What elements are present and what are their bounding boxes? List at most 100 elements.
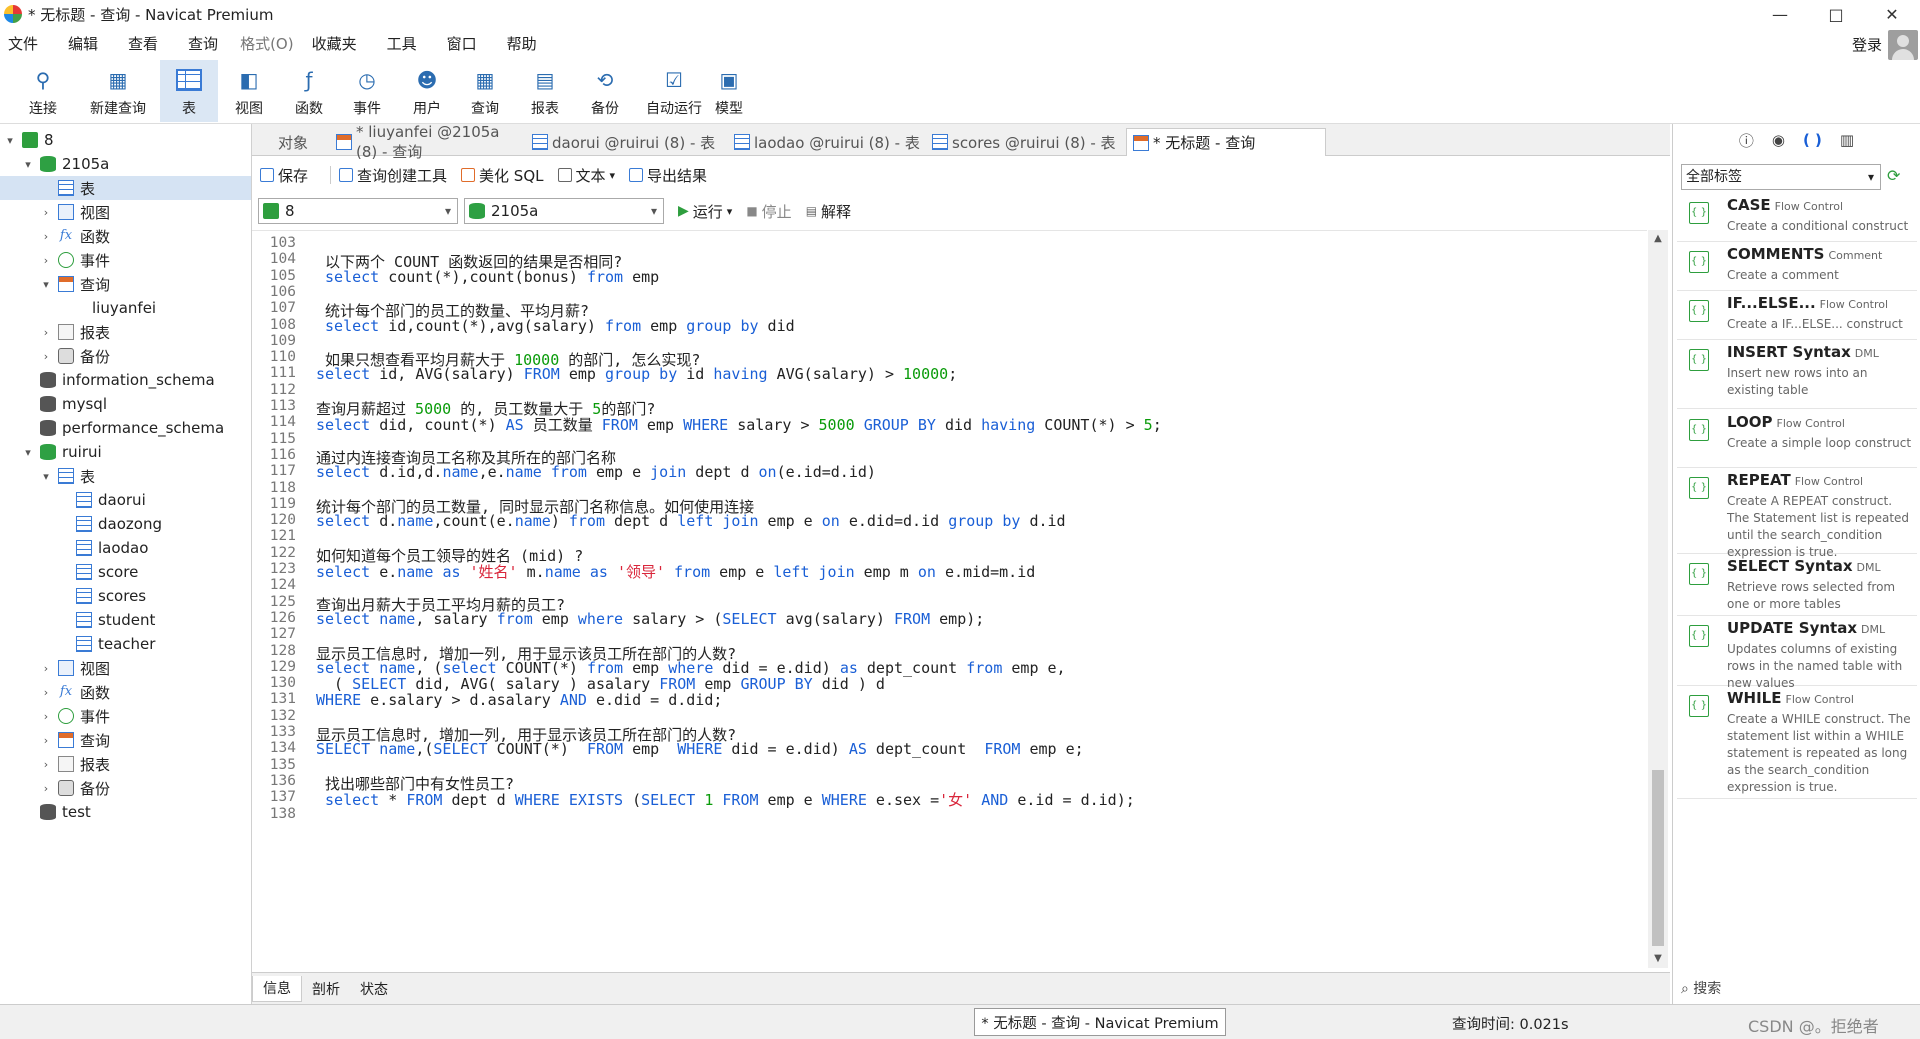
close-button[interactable]: ✕ — [1864, 0, 1920, 28]
tree-item[interactable]: ▾ 查询 — [0, 272, 251, 296]
editor-tab[interactable]: * 无标题 - 查询 — [1126, 128, 1326, 156]
tree-item[interactable]: 表 — [0, 176, 251, 200]
snippet-item[interactable]: { } LOOP Flow Control Create a simple loop … — [1677, 413, 1917, 468]
tree-item[interactable]: › 视图 — [0, 656, 251, 680]
collapse-caret-icon[interactable]: › — [40, 326, 52, 339]
ddl-icon[interactable]: ◉ — [1772, 131, 1785, 149]
menu-item[interactable]: 帮助 — [507, 33, 537, 54]
tree-item[interactable]: ▾ 2105a — [0, 152, 251, 176]
tree-item[interactable]: daozong — [0, 512, 251, 536]
tree-item[interactable]: teacher — [0, 632, 251, 656]
text-button[interactable]: 文本 ▾ — [557, 165, 615, 186]
scroll-down-icon[interactable]: ▼ — [1648, 950, 1668, 968]
toolbar-clock-button[interactable]: ◷ 事件 — [338, 60, 396, 122]
database-select[interactable]: 2105a ▾ — [464, 198, 664, 224]
snippet-item[interactable]: { } UPDATE Syntax DML Updates columns of ex… — [1677, 619, 1917, 690]
editor-scrollbar[interactable]: ▲ ▼ — [1648, 230, 1668, 968]
snippet-item[interactable]: { } WHILE Flow Control Create a WHILE const… — [1677, 689, 1917, 799]
maximize-button[interactable]: □ — [1808, 0, 1864, 28]
snippet-item[interactable]: { } IF...ELSE... Flow Control Create a IF..… — [1677, 294, 1917, 340]
tree-item[interactable]: score — [0, 560, 251, 584]
result-tab[interactable]: 状态 — [350, 976, 398, 1002]
editor-tab[interactable]: 对象 — [272, 128, 328, 156]
tree-item[interactable]: › 备份 — [0, 344, 251, 368]
sql-editor[interactable]: 103 104 以下两个 COUNT 函数返回的结果是否相同? 105 select… — [252, 230, 1647, 968]
toolbar-backup-button[interactable]: ⟲ 备份 — [576, 60, 634, 122]
taskbar-window-label[interactable]: * 无标题 - 查询 - Navicat Premium — [974, 1008, 1226, 1036]
collapse-caret-icon[interactable]: › — [40, 230, 52, 243]
save-button[interactable]: 保存 — [260, 165, 308, 186]
tree-item[interactable]: › 事件 — [0, 704, 251, 728]
expand-caret-icon[interactable]: ▾ — [22, 446, 34, 459]
expand-caret-icon[interactable]: ▾ — [4, 134, 16, 147]
snippet-item[interactable]: { } INSERT Syntax DML Insert new rows into … — [1677, 343, 1917, 409]
toolbar-function-button[interactable]: ƒ 函数 — [280, 60, 338, 122]
scrollbar-thumb[interactable] — [1652, 770, 1664, 946]
snippet-item[interactable]: { } SELECT Syntax DML Retrieve rows selecte… — [1677, 557, 1917, 616]
tree-item[interactable]: › 事件 — [0, 248, 251, 272]
expand-caret-icon[interactable]: ▾ — [40, 278, 52, 291]
tree-item[interactable]: › 报表 — [0, 752, 251, 776]
toolbar-plug-button[interactable]: ⚲ 连接 — [16, 60, 70, 122]
tree-item[interactable]: › 报表 — [0, 320, 251, 344]
tree-item[interactable]: laodao — [0, 536, 251, 560]
toolbar-model-button[interactable]: ▣ 模型 — [700, 60, 758, 122]
explain-button[interactable]: ▤ 解释 — [806, 201, 851, 222]
tree-item[interactable]: ▾ 8 — [0, 128, 251, 152]
scroll-up-icon[interactable]: ▲ — [1648, 230, 1668, 248]
tree-item[interactable]: ▾ ruirui — [0, 440, 251, 464]
collapse-caret-icon[interactable]: › — [40, 734, 52, 747]
connection-select[interactable]: 8 ▾ — [258, 198, 458, 224]
result-tab[interactable]: 信息 — [252, 975, 302, 1002]
menu-item[interactable]: 窗口 — [447, 33, 477, 54]
menu-item[interactable]: 文件 — [8, 33, 38, 54]
tree-item[interactable]: scores — [0, 584, 251, 608]
login-link[interactable]: 登录 — [1852, 34, 1882, 55]
snippet-item[interactable]: { } CASE Flow Control Create a conditional … — [1677, 196, 1917, 242]
tree-item[interactable]: › 查询 — [0, 728, 251, 752]
export-result-button[interactable]: 导出结果 — [629, 165, 707, 186]
result-tab[interactable]: 剖析 — [302, 976, 350, 1002]
tree-item[interactable]: › 视图 — [0, 200, 251, 224]
collapse-caret-icon[interactable]: › — [40, 254, 52, 267]
tree-item[interactable]: information_schema — [0, 368, 251, 392]
editor-tab[interactable]: scores @ruirui (8) - 表 — [926, 128, 1124, 156]
snippet-icon[interactable]: ( ) — [1803, 131, 1822, 149]
toolbar-new-query-button[interactable]: ▦ 新建查询 — [76, 60, 160, 122]
menu-item[interactable]: 格式(O) — [240, 33, 294, 54]
expand-caret-icon[interactable]: ▾ — [22, 158, 34, 171]
snippet-item[interactable]: { } COMMENTS Comment Create a comment — [1677, 245, 1917, 291]
collapse-caret-icon[interactable]: › — [40, 686, 52, 699]
snippet-search[interactable]: ⌕ 搜索 — [1681, 978, 1721, 998]
toolbar-user-button[interactable]: ☻ 用户 — [398, 60, 456, 122]
tree-item[interactable]: › fx 函数 — [0, 224, 251, 248]
menu-item[interactable]: 查询 — [188, 33, 218, 54]
collapse-caret-icon[interactable]: › — [40, 710, 52, 723]
refresh-icon[interactable]: ⟳ — [1887, 166, 1900, 185]
menu-item[interactable]: 查看 — [128, 33, 158, 54]
tree-item[interactable]: student — [0, 608, 251, 632]
tree-item[interactable]: daorui — [0, 488, 251, 512]
query-builder-button[interactable]: 查询创建工具 — [339, 165, 447, 186]
editor-tab[interactable]: * liuyanfei @2105a (8) - 查询 — [330, 123, 524, 161]
collapse-caret-icon[interactable]: › — [40, 350, 52, 363]
collapse-caret-icon[interactable]: › — [40, 662, 52, 675]
minimize-button[interactable]: — — [1752, 0, 1808, 28]
toolbar-query-button[interactable]: ▦ 查询 — [456, 60, 514, 122]
tree-item[interactable]: test — [0, 800, 251, 824]
toolbar-table-button[interactable]: 表 — [160, 60, 218, 122]
tree-item[interactable]: ▾ 表 — [0, 464, 251, 488]
editor-tab[interactable]: laodao @ruirui (8) - 表 — [728, 128, 924, 156]
avatar[interactable] — [1888, 30, 1918, 60]
collapse-caret-icon[interactable]: › — [40, 206, 52, 219]
stop-button[interactable]: ■ 停止 — [746, 201, 791, 222]
expand-caret-icon[interactable]: ▾ — [40, 470, 52, 483]
beautify-sql-button[interactable]: 美化 SQL — [461, 165, 544, 186]
run-button[interactable]: ▶ 运行 ▾ — [678, 201, 732, 222]
toolbar-view-button[interactable]: ◧ 视图 — [220, 60, 278, 122]
editor-tab[interactable]: daorui @ruirui (8) - 表 — [526, 128, 726, 156]
tree-item[interactable]: liuyanfei — [0, 296, 251, 320]
tag-select[interactable]: 全部标签 ▾ — [1681, 164, 1881, 190]
menu-item[interactable]: 编辑 — [68, 33, 98, 54]
menu-item[interactable]: 工具 — [387, 33, 417, 54]
